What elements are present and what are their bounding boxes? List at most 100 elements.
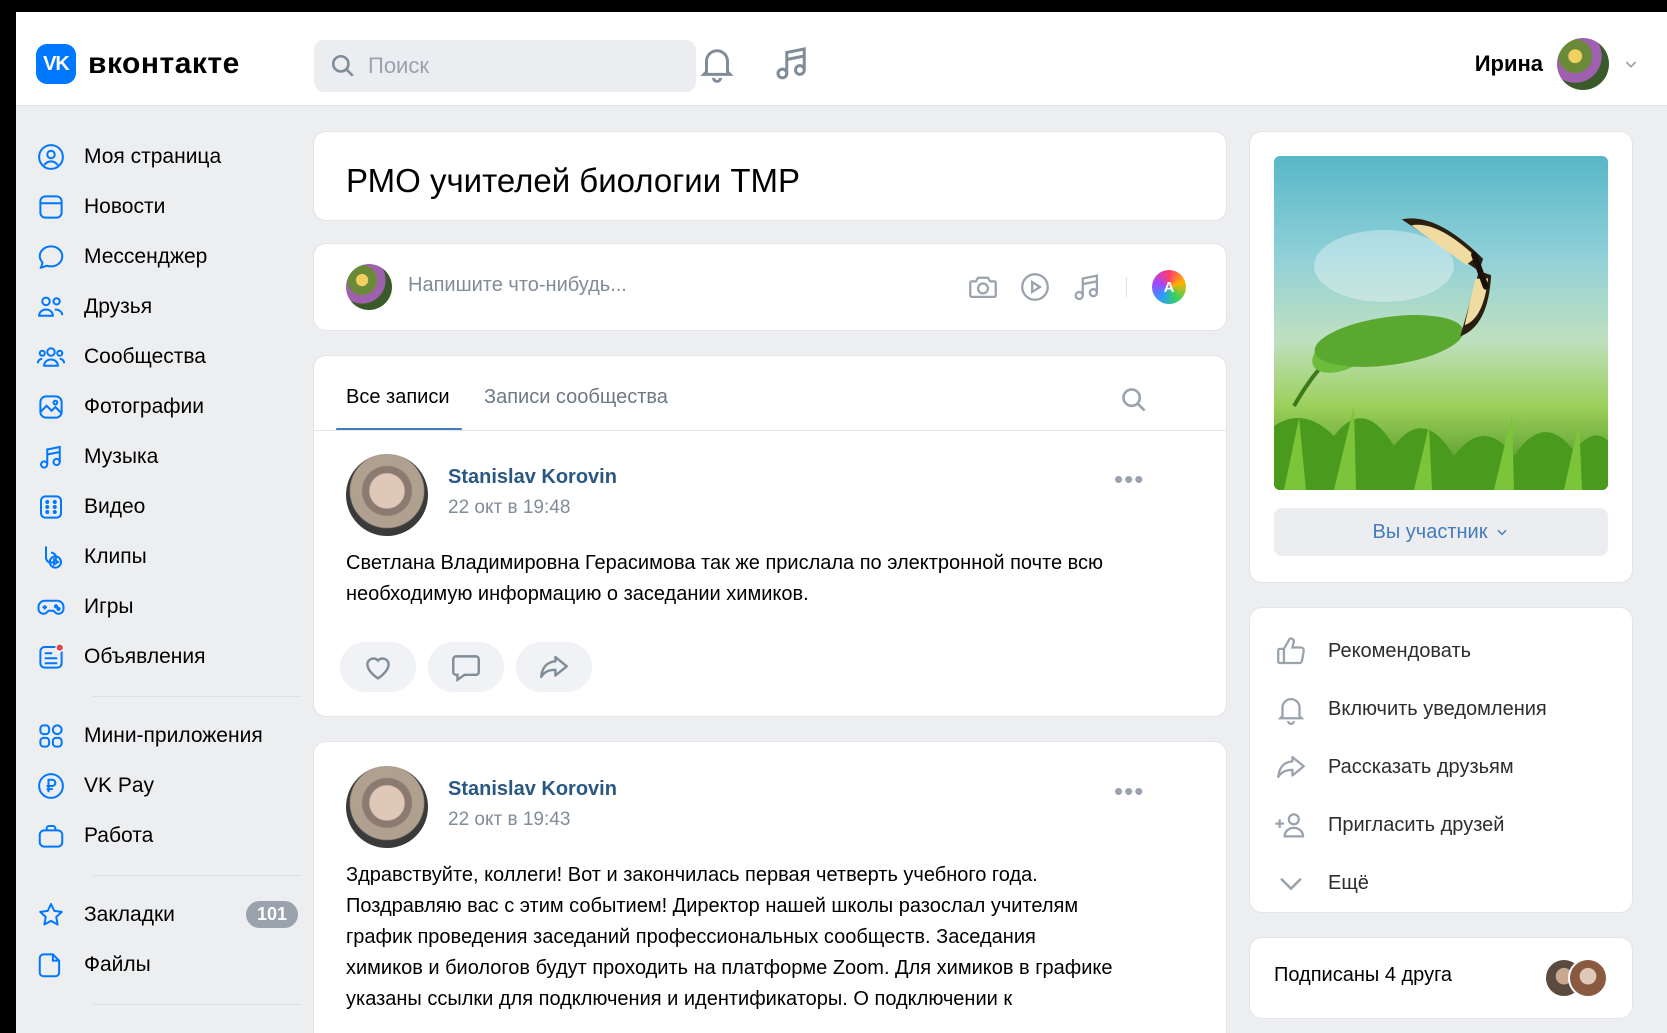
sidebar-item-friends[interactable]: Друзья [36,282,306,332]
sidebar-item-files[interactable]: Файлы [36,940,306,990]
friends-subscribed-card[interactable]: Подписаны 4 друга [1250,938,1632,1018]
sidebar-item-label: Фотографии [84,395,205,418]
vk-logo-text: вконтакте [88,47,240,80]
composer-divider [1126,277,1127,297]
post-text-line: необходимую информацию о заседании химик… [346,583,809,605]
post-more-menu-icon[interactable]: ••• [1114,776,1144,807]
wall-post-card: Stanislav Korovin 22 окт в 19:43 ••• Здр… [314,742,1226,1033]
user-menu[interactable]: Ирина [1475,38,1639,90]
comment-button[interactable] [428,642,504,692]
sidebar-item-work[interactable]: Работа [36,811,306,861]
comment-icon [452,655,480,683]
sidebar-item-messenger[interactable]: Мессенджер [36,232,306,282]
sidebar-item-news[interactable]: Новости [36,182,306,232]
sidebar-item-label: Клипы [84,545,147,568]
camera-icon[interactable] [966,270,1000,304]
vkpay-icon [38,773,64,799]
notifications-button[interactable]: Включить уведомления [1274,680,1608,738]
tab-all-posts[interactable]: Все записи [346,386,450,409]
thumbs-up-icon [1277,637,1305,665]
post-header: Stanislav Korovin 22 окт в 19:43 [448,778,617,831]
sidebar-item-communities[interactable]: Сообщества [36,332,306,382]
bookmarks-count-badge: 101 [245,901,298,928]
action-label: Пригласить друзей [1328,813,1505,836]
group-title-card: РМО учителей биологии ТМР [314,132,1226,220]
friends-icon [38,296,64,317]
sidebar-item-label: Музыка [84,445,159,468]
post-text-line: график проведения заседаний профессионал… [346,926,1036,948]
sidebar-item-bookmarks[interactable]: Закладки 101 [36,890,306,940]
recommend-button[interactable]: Рекомендовать [1274,622,1608,680]
sidebar-item-vk-pay[interactable]: VK Pay [36,761,306,811]
sidebar-item-clips[interactable]: Клипы [36,532,306,582]
post-date[interactable]: 22 окт в 19:48 [448,497,617,519]
sidebar-item-mini-apps[interactable]: Мини-приложения [36,711,306,761]
ads-icon [39,643,65,669]
sidebar-item-label: Моя страница [84,145,222,168]
post-text-line: Светлана Владимировна Герасимова так же … [346,552,1104,574]
group-cover-card: Вы участник [1250,132,1632,582]
ai-assistant-icon[interactable]: A [1152,270,1186,304]
post-text-line: Поздравляю вас с этим событием! Директор… [346,895,1079,917]
post-author-avatar[interactable] [346,454,428,536]
sidebar-item-label: Друзья [84,295,153,318]
sidebar-item-photos[interactable]: Фотографии [36,382,306,432]
post-text-line: химиков и биологов будут проходить на пл… [346,957,1113,979]
tell-friends-button[interactable]: Рассказать друзьям [1274,738,1608,796]
composer-placeholder: Напишите что-нибудь... [408,274,627,296]
sidebar-item-music[interactable]: Музыка [36,432,306,482]
tab-community-posts[interactable]: Записи сообщества [484,386,668,409]
user-avatar [1557,38,1609,90]
gamepad-icon [37,599,65,615]
friends-subscribed-label: Подписаны 4 друга [1274,964,1453,986]
more-button[interactable]: Ещё [1274,854,1608,912]
post-more-menu-icon[interactable]: ••• [1114,464,1144,495]
sidebar-item-label: Новости [84,195,166,218]
chevron-down-icon [1280,877,1302,891]
action-label: Ещё [1328,871,1369,894]
post-text: Светлана Владимировна Герасимова так же … [346,548,1206,610]
search-input[interactable]: Поиск [314,40,696,92]
top-bar: VK вконтакте Поиск Ирина [16,12,1667,106]
music-icon [40,445,61,469]
sidebar-item-my-page[interactable]: Моя страница [36,132,306,182]
sidebar-item-ads[interactable]: Объявления [36,632,306,682]
chevron-down-icon [1625,61,1637,68]
invite-friends-button[interactable]: Пригласить друзей [1274,796,1608,854]
group-actions-card: Рекомендовать Включить уведомления Расск… [1250,608,1632,912]
sidebar-item-label: Мессенджер [84,245,208,268]
star-icon [39,903,63,926]
sidebar-item-label: Игры [84,595,134,618]
post-text-line: Здравствуйте, коллеги! Вот и закончилась… [346,864,1038,886]
member-status-label: Вы участник [1372,520,1488,543]
video-play-icon[interactable] [1018,270,1052,304]
communities-icon [36,347,66,367]
video-icon [40,495,62,519]
share-arrow-icon [540,655,568,679]
user-name: Ирина [1474,51,1543,76]
tabs-divider [314,430,1226,431]
post-author-link[interactable]: Stanislav Korovin [448,778,617,801]
post-author-link[interactable]: Stanislav Korovin [448,466,617,489]
notifications-bell-icon[interactable] [696,42,738,84]
share-icon [1277,755,1305,779]
search-icon[interactable] [1120,386,1148,414]
chevron-down-icon [1497,529,1508,536]
sidebar-item-games[interactable]: Игры [36,582,306,632]
share-button[interactable] [516,642,592,692]
search-placeholder: Поиск [368,53,429,78]
sidebar-item-video[interactable]: Видео [36,482,306,532]
vk-logo[interactable]: VK вконтакте [36,44,240,84]
group-cover-image[interactable] [1274,156,1608,490]
sidebar-item-label: VK Pay [84,774,155,797]
music-attach-icon[interactable] [1070,270,1104,304]
member-status-button[interactable]: Вы участник [1274,508,1608,556]
music-header-icon[interactable] [771,42,813,84]
like-button[interactable] [340,642,416,692]
sidebar-item-label: Файлы [84,953,151,976]
post-composer[interactable]: Напишите что-нибудь... A [314,244,1226,330]
post-author-avatar[interactable] [346,766,428,848]
user-circle-icon [38,144,64,170]
clips-icon [45,546,62,569]
post-date[interactable]: 22 окт в 19:43 [448,809,617,831]
